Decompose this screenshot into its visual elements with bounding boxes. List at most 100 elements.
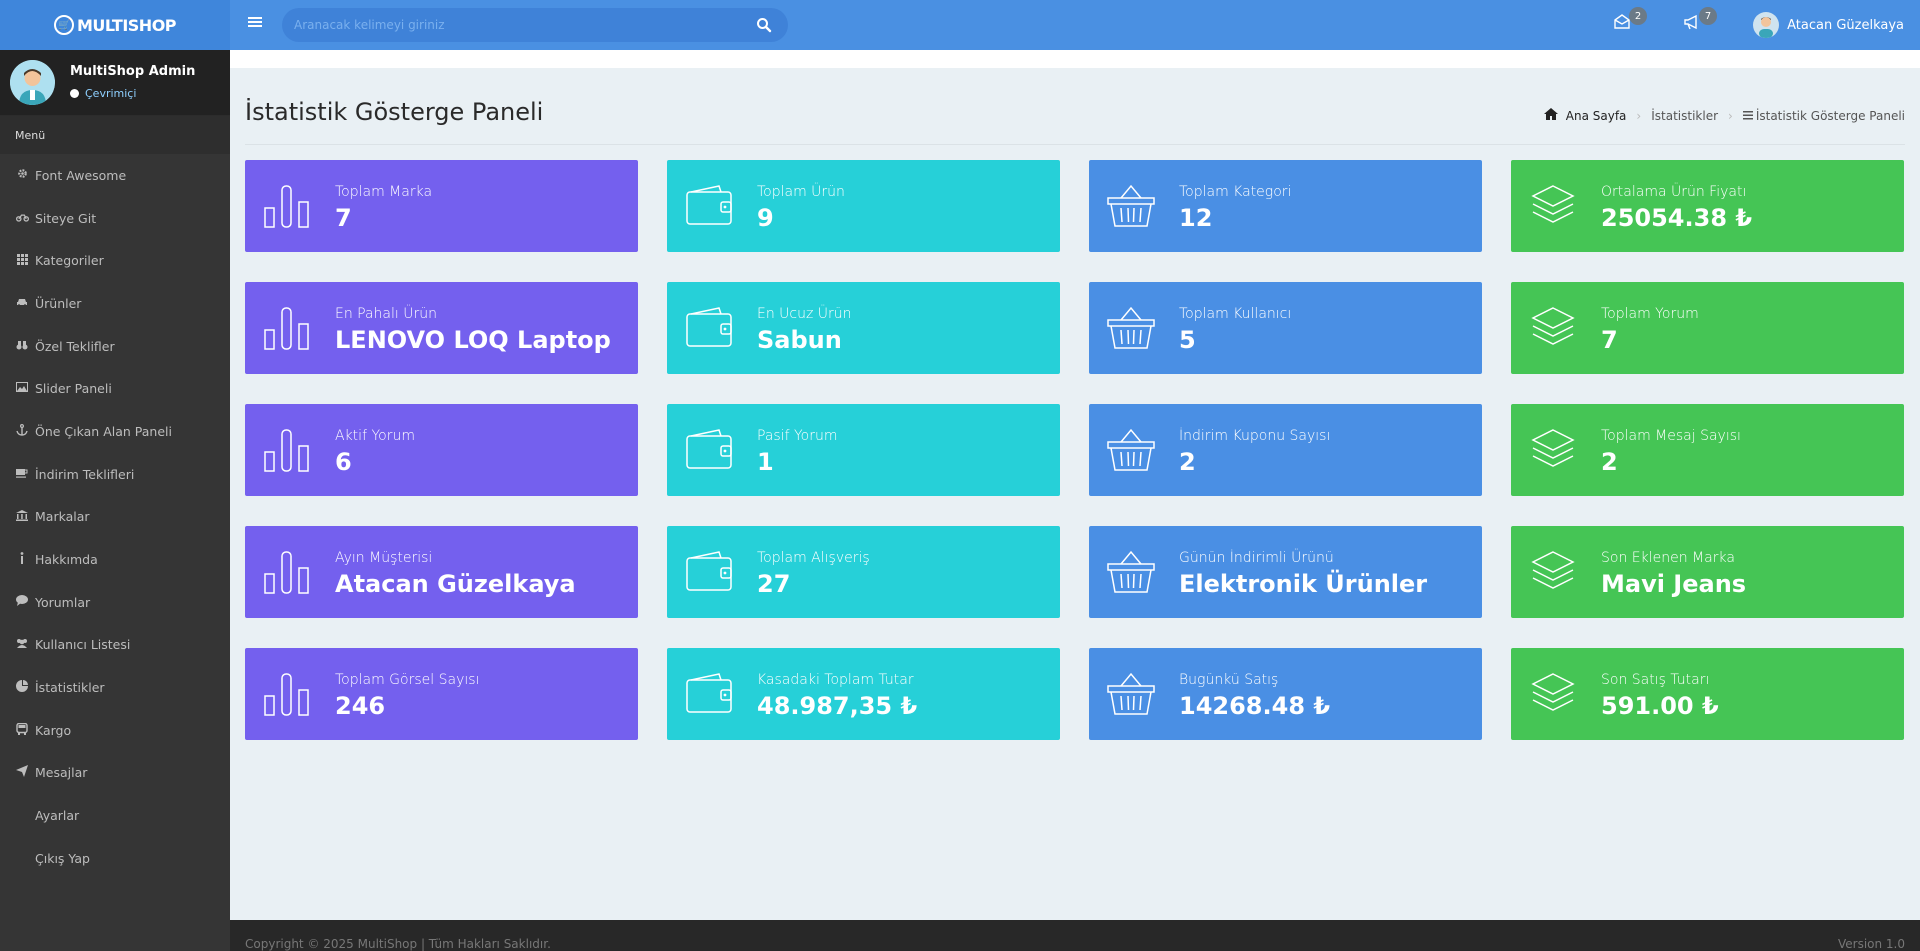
cart-icon: 🛒 xyxy=(53,15,74,35)
sidebar: MultiShop Admin Çevrimiçi Menü Font Awes… xyxy=(0,50,230,951)
motorcycle-icon xyxy=(15,212,29,225)
stat-value: 5 xyxy=(1179,326,1196,354)
title-divider xyxy=(245,144,1905,145)
stat-value: 27 xyxy=(757,570,791,598)
stat-card[interactable]: Ayın Müşterisi Atacan Güzelkaya xyxy=(245,526,638,618)
sidebar-item-markalar[interactable]: Markalar xyxy=(0,496,230,539)
sidebar-profile: MultiShop Admin Çevrimiçi xyxy=(0,50,230,116)
stat-value: 591.00 ₺ xyxy=(1601,692,1719,720)
stat-card[interactable]: Toplam Kullanıcı 5 xyxy=(1089,282,1482,374)
stat-card[interactable]: Toplam Marka 7 xyxy=(245,160,638,252)
admin-name: MultiShop Admin xyxy=(70,64,196,79)
stat-card[interactable]: İndirim Kuponu Sayısı 2 xyxy=(1089,404,1482,496)
sidebar-item-label: Kargo xyxy=(35,722,72,738)
anchor-icon xyxy=(15,423,29,439)
sidebar-item-kategoriler[interactable]: Kategoriler xyxy=(0,239,230,282)
stat-card[interactable]: Kasadaki Toplam Tutar 48.987,35 ₺ xyxy=(667,648,1060,740)
sidebar-item-kullanıcı-listesi[interactable]: Kullanıcı Listesi xyxy=(0,624,230,667)
sidebar-item-slider-paneli[interactable]: Slider Paneli xyxy=(0,367,230,410)
brand-logo[interactable]: 🛒 MULTISHOP xyxy=(0,0,230,50)
stat-label: Son Eklenen Marka xyxy=(1601,550,1735,566)
sidebar-item-ayarlar[interactable]: Ayarlar xyxy=(0,794,230,837)
stat-card[interactable]: Toplam Mesaj Sayısı 2 xyxy=(1511,404,1904,496)
breadcrumb-statistics[interactable]: İstatistikler xyxy=(1651,109,1718,123)
stat-label: Aktif Yorum xyxy=(335,428,415,444)
sidebar-item-i-statistikler[interactable]: İstatistikler xyxy=(0,666,230,709)
comment-icon xyxy=(15,595,29,609)
sidebar-item-hakkımda[interactable]: Hakkımda xyxy=(0,538,230,581)
sidebar-item-özel-teklifler[interactable]: Özel Teklifler xyxy=(0,325,230,368)
stat-value: 1 xyxy=(757,448,774,476)
layers-icon xyxy=(1529,184,1577,228)
stat-value: 2 xyxy=(1601,448,1618,476)
basket-icon xyxy=(1107,550,1155,594)
sidebar-item-label: Kullanıcı Listesi xyxy=(35,637,131,653)
stat-label: Toplam Marka xyxy=(335,184,433,200)
stat-value: 246 xyxy=(335,692,386,720)
stat-card[interactable]: Bugünkü Satış 14268.48 ₺ xyxy=(1089,648,1482,740)
menu-toggle-icon[interactable] xyxy=(248,14,262,34)
stat-card[interactable]: En Ucuz Ürün Sabun xyxy=(667,282,1060,374)
wallet-icon xyxy=(685,550,733,594)
sidebar-item-label: Font Awesome xyxy=(35,167,127,183)
version-text: Version 1.0 xyxy=(1837,937,1905,951)
stat-card[interactable]: Aktif Yorum 6 xyxy=(245,404,638,496)
breadcrumb-home[interactable]: Ana Sayfa xyxy=(1566,109,1627,123)
stat-value: Sabun xyxy=(757,326,842,354)
admin-avatar xyxy=(10,60,55,105)
stat-card[interactable]: Toplam Kategori 12 xyxy=(1089,160,1482,252)
search-icon[interactable] xyxy=(756,17,772,33)
stat-card[interactable]: Toplam Yorum 7 xyxy=(1511,282,1904,374)
image-icon xyxy=(15,382,29,395)
mail-button[interactable]: 2 xyxy=(1613,7,1647,35)
bar-chart-icon xyxy=(263,184,311,228)
brand-name: MULTISHOP xyxy=(76,15,177,35)
sidebar-item-yorumlar[interactable]: Yorumlar xyxy=(0,581,230,624)
stat-value: 7 xyxy=(335,204,352,232)
stat-value: 25054.38 ₺ xyxy=(1601,204,1753,232)
sidebar-item-kargo[interactable]: Kargo xyxy=(0,709,230,752)
topbar: 2 7 Atacan Güzelkaya xyxy=(230,0,1920,50)
sidebar-item-font-awesome[interactable]: Font Awesome xyxy=(0,154,230,197)
sidebar-item-i-ndirim-teklifleri[interactable]: İndirim Teklifleri xyxy=(0,453,230,496)
search-input[interactable] xyxy=(294,8,734,42)
stat-card[interactable]: Toplam Ürün 9 xyxy=(667,160,1060,252)
menu-header: Menü xyxy=(0,116,230,154)
stat-label: Bugünkü Satış xyxy=(1179,672,1279,688)
layers-icon xyxy=(1529,672,1577,716)
stat-card[interactable]: Ortalama Ürün Fiyatı 25054.38 ₺ xyxy=(1511,160,1904,252)
sidebar-item-label: Kategoriler xyxy=(35,253,104,269)
basket-icon xyxy=(1107,672,1155,716)
user-menu[interactable]: Atacan Güzelkaya xyxy=(1753,12,1904,38)
stat-card[interactable]: Pasif Yorum 1 xyxy=(667,404,1060,496)
notifications-button[interactable]: 7 xyxy=(1683,7,1717,35)
stat-label: Toplam Alışveriş xyxy=(757,550,870,566)
layers-icon xyxy=(1529,306,1577,350)
stat-label: Günün İndirimli Ürünü xyxy=(1179,550,1334,566)
sidebar-item-label: Markalar xyxy=(35,509,90,525)
stat-card[interactable]: Günün İndirimli Ürünü Elektronik Ürünler xyxy=(1089,526,1482,618)
sidebar-item-çıkış-yap[interactable]: Çıkış Yap xyxy=(0,837,230,880)
search-bar xyxy=(282,8,788,42)
sidebar-item-mesajlar[interactable]: Mesajlar xyxy=(0,752,230,795)
stat-label: Pasif Yorum xyxy=(757,428,838,444)
sidebar-menu: Font Awesome Siteye Git Kategoriler Ürünler… xyxy=(0,154,230,880)
mail-count-badge: 2 xyxy=(1629,7,1647,25)
wallet-icon xyxy=(685,306,733,350)
sidebar-item-label: Mesajlar xyxy=(35,765,88,781)
breadcrumb: Ana Sayfa › İstatistikler › İstatistik G… xyxy=(1543,108,1905,123)
top-strip xyxy=(230,50,1920,68)
sidebar-item-ürünler[interactable]: Ürünler xyxy=(0,282,230,325)
stat-label: Toplam Mesaj Sayısı xyxy=(1601,428,1741,444)
bar-chart-icon xyxy=(263,550,311,594)
stat-card[interactable]: En Pahalı Ürün LENOVO LOQ Laptop xyxy=(245,282,638,374)
bar-chart-icon xyxy=(263,306,311,350)
stat-card[interactable]: Toplam Alışveriş 27 xyxy=(667,526,1060,618)
sidebar-item-siteye-git[interactable]: Siteye Git xyxy=(0,197,230,240)
stat-card[interactable]: Son Eklenen Marka Mavi Jeans xyxy=(1511,526,1904,618)
stat-card[interactable]: Toplam Görsel Sayısı 246 xyxy=(245,648,638,740)
sidebar-item-label: Öne Çıkan Alan Paneli xyxy=(35,423,172,439)
stat-card[interactable]: Son Satış Tutarı 591.00 ₺ xyxy=(1511,648,1904,740)
stat-label: Toplam Yorum xyxy=(1601,306,1699,322)
sidebar-item-öne-çıkan-alan-paneli[interactable]: Öne Çıkan Alan Paneli xyxy=(0,410,230,453)
